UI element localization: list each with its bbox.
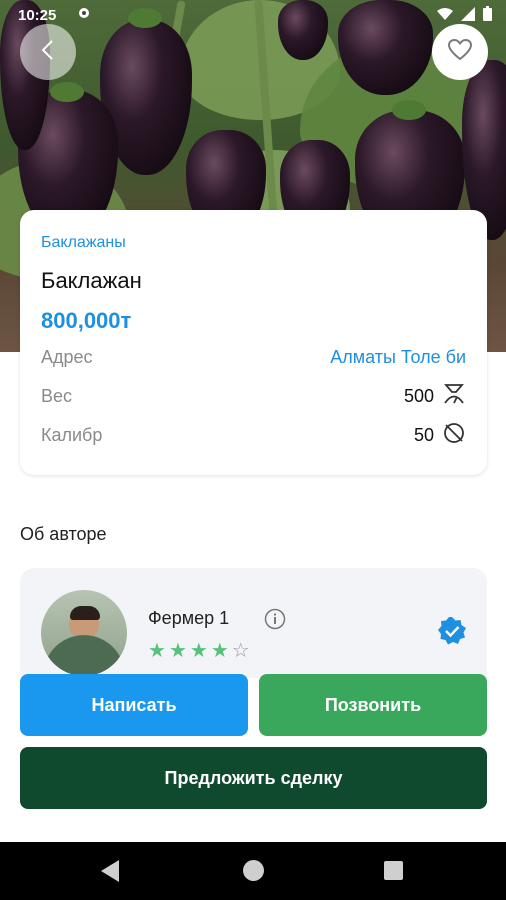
caliber-icon (442, 421, 466, 450)
detail-value: 500 (404, 382, 466, 411)
detail-row-weight: Вес 500 (41, 381, 466, 411)
system-nav-bar (0, 842, 506, 900)
status-time: 10:25 (18, 7, 57, 24)
detail-row-address: Адрес Алматы Толе би (41, 342, 466, 372)
star-filled-icon: ★ (148, 640, 166, 662)
favorite-button[interactable] (432, 24, 488, 80)
detail-label: Вес (41, 385, 73, 406)
weight-value: 500 (403, 385, 434, 406)
caliber-value: 50 (413, 424, 434, 445)
star-filled-icon: ★ (210, 640, 229, 662)
nav-recents-icon[interactable] (384, 861, 403, 880)
battery-icon (483, 6, 492, 25)
nav-home-icon[interactable] (243, 860, 264, 881)
author-name: Фермер 1 (148, 608, 230, 628)
author-card[interactable]: Фермер 1 ★ ★ ★ ★ ☆ (20, 568, 487, 678)
star-filled-icon: ★ (168, 640, 187, 662)
info-icon[interactable] (264, 608, 286, 635)
address-link[interactable]: Алматы Толе би (330, 347, 466, 368)
back-button[interactable] (20, 24, 76, 80)
product-title: Баклажан (41, 268, 142, 293)
status-bar: 10:25 (0, 0, 506, 30)
detail-label: Калибр (41, 424, 103, 445)
heart-icon (447, 38, 473, 67)
detail-value: 50 (414, 421, 466, 450)
product-price: 800,000т (41, 308, 132, 333)
propose-deal-button[interactable]: Предложить сделку (20, 747, 487, 809)
product-category[interactable]: Баклажаны (41, 234, 126, 252)
detail-label: Адрес (41, 346, 93, 367)
call-button[interactable]: Позвонить (259, 674, 487, 736)
cell-signal-icon (461, 6, 475, 25)
chevron-left-icon (40, 39, 56, 66)
settings-gear-icon (76, 5, 92, 25)
scale-icon (442, 382, 466, 411)
rating-stars: ★ ★ ★ ★ ☆ (148, 638, 250, 663)
product-card: Баклажаны Баклажан 800,000т Адрес Алматы… (20, 210, 487, 475)
nav-back-icon[interactable] (101, 860, 119, 882)
verified-badge-icon (437, 616, 467, 651)
detail-row-caliber: Калибр 50 (41, 420, 466, 450)
write-message-button[interactable]: Написать (20, 674, 248, 736)
star-empty-icon: ☆ (231, 640, 250, 662)
avatar (41, 590, 127, 676)
wifi-icon (437, 7, 453, 25)
author-section-title: Об авторе (20, 524, 107, 544)
star-filled-icon: ★ (189, 640, 208, 662)
